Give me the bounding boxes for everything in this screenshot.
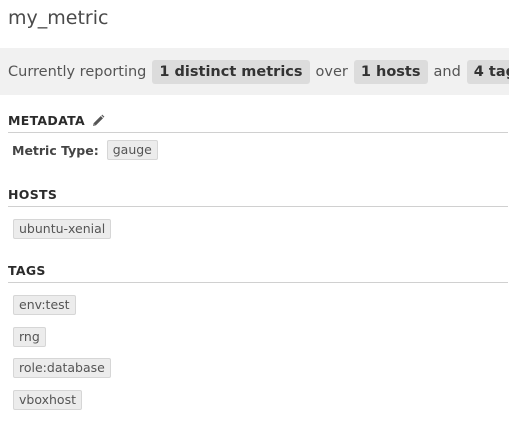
hosts-count-badge: 1 hosts bbox=[353, 59, 428, 84]
metric-type-value: gauge bbox=[106, 140, 158, 160]
tags-count-badge: 4 tags bbox=[466, 59, 509, 84]
tag-item[interactable]: env:test bbox=[13, 295, 76, 315]
hosts-header: HOSTS bbox=[8, 187, 508, 207]
summary-prefix: Currently reporting bbox=[8, 63, 147, 80]
summary-over: over bbox=[315, 63, 348, 80]
metadata-heading: METADATA bbox=[8, 113, 85, 128]
metric-type-label: Metric Type: bbox=[12, 142, 99, 158]
metrics-count-badge: 1 distinct metrics bbox=[152, 59, 310, 84]
host-tag[interactable]: ubuntu-xenial bbox=[13, 219, 112, 239]
tags-header: TAGS bbox=[8, 263, 508, 283]
pencil-icon[interactable] bbox=[91, 114, 105, 128]
metric-detail-page: my_metric Currently reporting 1 distinct… bbox=[0, 0, 509, 435]
tag-item[interactable]: role:database bbox=[13, 358, 111, 378]
reporting-summary: Currently reporting 1 distinct metrics o… bbox=[0, 48, 509, 95]
hosts-heading: HOSTS bbox=[8, 187, 58, 202]
tags-heading: TAGS bbox=[8, 263, 46, 278]
metric-type-row: Metric Type: gauge bbox=[12, 140, 158, 160]
metadata-header: METADATA bbox=[8, 113, 508, 133]
tag-item[interactable]: vboxhost bbox=[13, 390, 82, 410]
page-title: my_metric bbox=[8, 7, 109, 29]
tag-item[interactable]: rng bbox=[13, 327, 46, 347]
summary-and: and bbox=[433, 63, 461, 80]
